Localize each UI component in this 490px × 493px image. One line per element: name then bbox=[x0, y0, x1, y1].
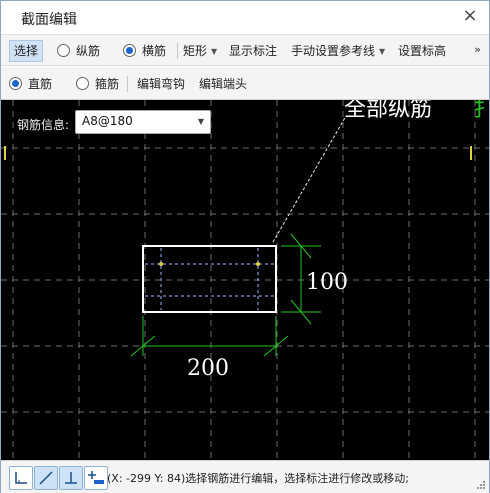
section-edit-window: 截面编辑 × 选择 纵筋 横筋 矩形 ▼ 显示标注 手动设置参考线 ▼ 设置标高 »… bbox=[0, 0, 490, 493]
manual-reference-dropdown[interactable]: 手动设置参考线 ▼ bbox=[291, 41, 385, 61]
longitudinal-label: 纵筋 bbox=[76, 44, 101, 58]
toolbar-divider bbox=[177, 43, 178, 59]
caret-down-icon: ▼ bbox=[211, 47, 218, 56]
transverse-radio[interactable]: 横筋 bbox=[123, 41, 166, 61]
toolbar-primary: 选择 纵筋 横筋 矩形 ▼ 显示标注 手动设置参考线 ▼ 设置标高 » bbox=[1, 35, 489, 66]
stirrup-radio[interactable]: 箍筋 bbox=[76, 74, 119, 94]
diagonal-line-button[interactable] bbox=[34, 466, 58, 490]
resize-grip-icon[interactable] bbox=[476, 480, 486, 490]
annotation-leader-line bbox=[272, 115, 347, 243]
perpendicular-button[interactable] bbox=[59, 466, 83, 490]
longitudinal-radio[interactable]: 纵筋 bbox=[57, 41, 100, 61]
straight-label: 直筋 bbox=[28, 77, 53, 91]
title-bar: 截面编辑 × bbox=[1, 1, 489, 35]
width-dimension bbox=[130, 316, 289, 357]
toolbar-secondary: 直筋 箍筋 编辑弯钩 编辑端头 bbox=[1, 67, 489, 100]
annotation-text-cut: 扌 bbox=[473, 100, 489, 122]
drawing-canvas[interactable]: 200 100 全部纵筋 扌 钢筋信息: A8@180 ▼ bbox=[1, 100, 489, 460]
diagonal-line-icon bbox=[39, 471, 53, 485]
grid-lines bbox=[1, 100, 489, 460]
edit-end-button[interactable]: 编辑端头 bbox=[199, 74, 247, 94]
select-button[interactable]: 选择 bbox=[9, 40, 44, 62]
transverse-label: 横筋 bbox=[142, 44, 167, 58]
radio-on-icon bbox=[9, 77, 22, 90]
show-dimension-button[interactable]: 显示标注 bbox=[229, 41, 277, 61]
window-title: 截面编辑 bbox=[21, 12, 77, 28]
rebar-info-select[interactable]: A8@180 ▼ bbox=[75, 110, 211, 134]
straight-radio[interactable]: 直筋 bbox=[9, 74, 52, 94]
set-elevation-button[interactable]: 设置标高 bbox=[398, 41, 446, 61]
orthogonal-snap-button[interactable] bbox=[9, 466, 33, 490]
caret-down-icon: ▼ bbox=[197, 117, 204, 126]
more-chevron-icon[interactable]: » bbox=[474, 43, 481, 56]
rebar-lines bbox=[145, 248, 274, 310]
perpendicular-icon bbox=[65, 472, 77, 484]
manual-reference-label: 手动设置参考线 bbox=[291, 44, 376, 58]
rebar-point bbox=[159, 262, 163, 266]
stirrup-label: 箍筋 bbox=[95, 77, 120, 91]
status-text: (X: -299 Y: 84)选择钢筋进行编辑，选择标注进行修改或移动; bbox=[107, 472, 409, 485]
width-dimension-text[interactable]: 200 bbox=[187, 356, 229, 381]
close-icon[interactable]: × bbox=[461, 7, 479, 25]
edit-hook-button[interactable]: 编辑弯钩 bbox=[137, 74, 185, 94]
rebar-info-value: A8@180 bbox=[82, 114, 133, 128]
shape-label: 矩形 bbox=[183, 44, 208, 58]
rebar-info-label: 钢筋信息: bbox=[17, 118, 70, 132]
shape-dropdown[interactable]: 矩形 ▼ bbox=[183, 41, 217, 61]
add-point-icon bbox=[88, 471, 104, 484]
status-bar: (X: -299 Y: 84)选择钢筋进行编辑，选择标注进行修改或移动; bbox=[1, 460, 489, 493]
radio-on-icon bbox=[123, 44, 136, 57]
annotation-text[interactable]: 全部纵筋 bbox=[344, 100, 432, 122]
rebar-point bbox=[256, 262, 260, 266]
corner-icon bbox=[15, 472, 27, 484]
toolbar-divider bbox=[127, 76, 128, 92]
height-dimension-text[interactable]: 100 bbox=[306, 270, 348, 295]
caret-down-icon: ▼ bbox=[379, 47, 386, 56]
add-point-button[interactable] bbox=[84, 466, 108, 490]
section-outline bbox=[142, 245, 277, 313]
radio-off-icon bbox=[57, 44, 70, 57]
radio-off-icon bbox=[76, 77, 89, 90]
canvas-graphics: 200 100 全部纵筋 扌 bbox=[1, 100, 489, 460]
